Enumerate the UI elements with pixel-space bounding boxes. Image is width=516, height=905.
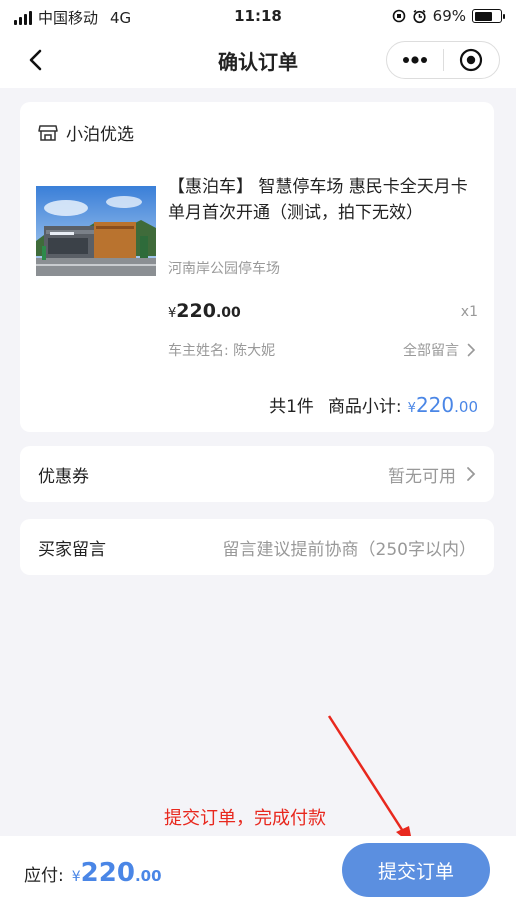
shop-icon — [38, 124, 58, 141]
buyer-message-input[interactable]: 留言建议提前协商（250字以内） — [223, 535, 476, 560]
status-bar: 中国移动 4G 11:18 69% — [0, 0, 516, 32]
alarm-icon — [413, 9, 426, 23]
chevron-right-icon — [467, 343, 476, 357]
item-count: 共1件 — [269, 397, 314, 417]
subtotal-amount: ¥220.00 — [408, 393, 478, 417]
coupon-row[interactable]: 优惠券 暂无可用 — [20, 446, 494, 502]
pay-label: 应付: — [24, 866, 64, 886]
pay-amount: ¥220.00 — [72, 858, 162, 888]
subtotal-decimal: .00 — [454, 398, 478, 416]
shop-name: 小泊优选 — [66, 125, 134, 145]
all-messages-label: 全部留言 — [403, 343, 459, 359]
amount-due: 应付: ¥220.00 — [24, 858, 162, 888]
orientation-lock-icon — [392, 9, 405, 23]
coupon-value: 暂无可用 — [388, 466, 456, 487]
submit-order-button[interactable]: 提交订单 — [342, 843, 490, 897]
annotation-text: 提交订单，完成付款 — [164, 808, 326, 829]
pay-symbol: ¥ — [71, 869, 81, 885]
product-price: ¥220.00 — [168, 300, 241, 322]
all-messages-link[interactable]: 全部留言 — [403, 340, 476, 360]
nav-bar: 确认订单 — [0, 32, 516, 88]
product-image[interactable] — [36, 186, 156, 276]
order-card: 小泊优选 【惠泊车】 智慧停车场 惠民卡全天月卡 单月首次开通（测试，拍下无效）… — [20, 102, 494, 432]
subtotal-symbol: ¥ — [407, 401, 416, 416]
price-integer: 220 — [176, 300, 216, 322]
pay-integer: 220 — [80, 858, 135, 888]
pay-decimal: .00 — [134, 867, 162, 885]
close-miniprogram-button[interactable] — [444, 42, 500, 78]
subtotal-integer: 220 — [415, 393, 455, 417]
product-quantity: x1 — [460, 304, 478, 320]
chevron-right-icon — [467, 467, 476, 481]
order-subtotal: 共1件 商品小计: ¥220.00 — [269, 392, 478, 417]
target-close-icon — [460, 48, 483, 72]
product-location: 河南岸公园停车场 — [168, 261, 280, 277]
buyer-message-row: 买家留言 留言建议提前协商（250字以内） — [20, 519, 494, 575]
battery-percent: 69% — [432, 7, 466, 25]
shop-header: 小泊优选 — [38, 120, 134, 145]
price-decimal: .00 — [215, 305, 241, 321]
mini-program-capsule — [386, 41, 500, 79]
checkout-bar: 应付: ¥220.00 提交订单 — [0, 836, 516, 905]
more-button[interactable] — [387, 42, 443, 78]
battery-icon — [472, 9, 505, 23]
product-title[interactable]: 【惠泊车】 智慧停车场 惠民卡全天月卡 单月首次开通（测试，拍下无效） — [168, 174, 478, 226]
more-dots-icon — [402, 56, 427, 64]
owner-name: 车主姓名: 陈大妮 — [168, 343, 276, 359]
buyer-message-label: 买家留言 — [38, 539, 106, 560]
subtotal-label: 商品小计: — [327, 397, 402, 417]
coupon-label: 优惠券 — [38, 466, 89, 487]
